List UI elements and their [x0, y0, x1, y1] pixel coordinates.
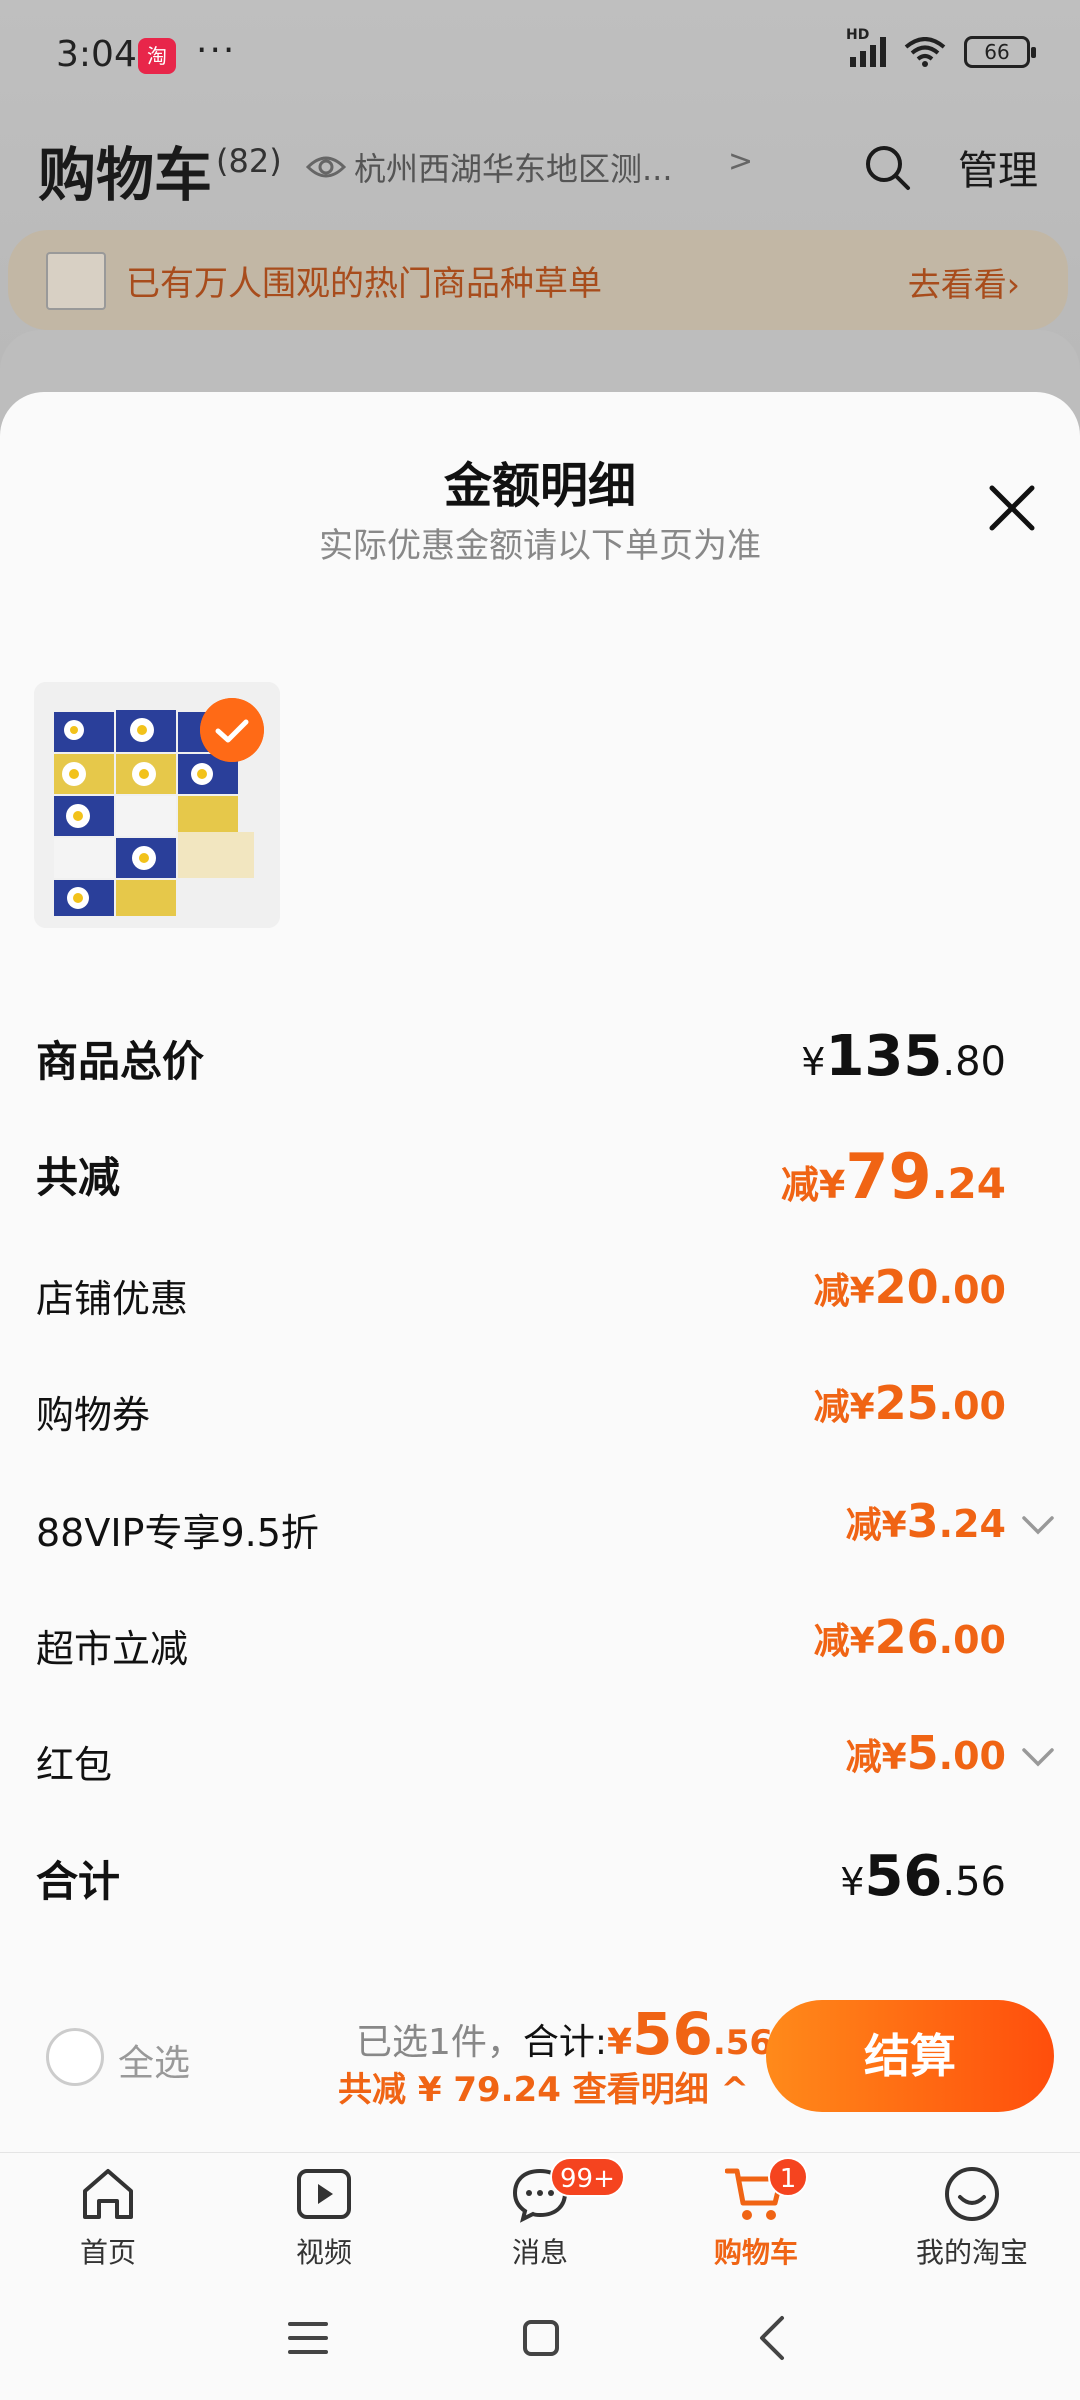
cart-count: (82) [216, 142, 282, 180]
select-all-label[interactable]: 全选 [118, 2034, 190, 2086]
row-subtotal: 商品总价 ¥135.80 [36, 1024, 1006, 1094]
row-label: 共减 [36, 1153, 121, 1202]
row-coupon: 购物券 减¥25.00 [36, 1376, 1006, 1446]
eye-icon [306, 156, 346, 178]
row-label: 超市立减 [36, 1627, 189, 1671]
cart-header: 购物车 (82) 杭州西湖华东地区测... > 管理 [0, 120, 1080, 220]
page-title: 购物车 [38, 141, 213, 209]
bottom-tab-bar: 首页 视频 99+ 消息 1 购物车 我的淘宝 [0, 2152, 1080, 2282]
row-value: 减¥79.24 [780, 1140, 1006, 1213]
row-value: ¥135.80 [801, 1024, 1006, 1089]
row-value: ¥56.56 [840, 1844, 1006, 1909]
row-value: 减¥5.00 [845, 1726, 1006, 1780]
row-value: 减¥3.24 [845, 1494, 1006, 1548]
sheet-title: 金额明细 [443, 458, 636, 514]
cart-page-background: 3:04 淘 ··· HD 66 购物车 (82) 杭州西湖华东地区测... > [0, 0, 1080, 450]
tab-cart[interactable]: 1 购物车 [648, 2153, 864, 2282]
row-label: 红包 [36, 1743, 113, 1787]
row-label: 购物券 [36, 1393, 151, 1437]
taobao-notification-icon: 淘 [138, 38, 176, 74]
tab-my-taobao[interactable]: 我的淘宝 [864, 2153, 1080, 2282]
tab-video[interactable]: 视频 [216, 2153, 432, 2282]
row-label: 店铺优惠 [36, 1277, 189, 1321]
promo-thumbnail [46, 252, 106, 310]
row-label: 合计 [36, 1857, 121, 1906]
home-button-icon[interactable] [522, 2318, 560, 2358]
cart-badge: 1 [768, 2157, 808, 2197]
row-grand-total: 合计 ¥56.56 [36, 1844, 1006, 1914]
more-notifications-icon: ··· [196, 30, 237, 71]
row-value: 减¥25.00 [813, 1376, 1006, 1430]
delivery-location[interactable]: 杭州西湖华东地区测... [354, 144, 673, 190]
selection-summary: 已选1件，合计:¥56.56 [356, 2000, 774, 2068]
row-value: 减¥26.00 [813, 1610, 1006, 1664]
row-label: 商品总价 [36, 1037, 205, 1086]
promo-banner[interactable]: 已有万人围观的热门商品种草单 去看看› [8, 230, 1068, 330]
row-red-packet[interactable]: 红包 减¥5.00 [36, 1726, 1054, 1796]
message-badge: 99+ [550, 2157, 625, 2197]
chevron-down-icon[interactable] [1020, 1744, 1056, 1770]
status-time: 3:04 [56, 34, 137, 75]
home-icon [83, 2169, 133, 2219]
row-label: 88VIP专享9.5折 [36, 1511, 319, 1555]
search-icon[interactable] [862, 142, 912, 192]
close-icon[interactable] [984, 480, 1040, 536]
promo-link[interactable]: 去看看› [908, 258, 1020, 306]
manage-button[interactable]: 管理 [958, 138, 1038, 196]
wifi-icon [904, 37, 946, 67]
recent-apps-icon[interactable] [286, 2318, 330, 2358]
system-nav-bar [0, 2282, 1080, 2400]
view-details-link[interactable]: 共减 ¥ 79.24 查看明细 ^ [338, 2062, 749, 2111]
profile-icon [945, 2167, 999, 2221]
row-total-discount: 共减 减¥79.24 [36, 1140, 1006, 1213]
row-supermarket-discount: 超市立减 减¥26.00 [36, 1610, 1006, 1680]
chevron-right-icon: > [728, 144, 754, 179]
checkout-bar: 全选 已选1件，合计:¥56.56 共减 ¥ 79.24 查看明细 ^ 结算 [0, 1966, 1080, 2152]
selected-check-icon [200, 698, 264, 762]
select-all-radio[interactable] [46, 2028, 104, 2086]
status-bar: 3:04 淘 ··· HD 66 [0, 0, 1080, 110]
promo-text: 已有万人围观的热门商品种草单 [126, 264, 602, 304]
sheet-subtitle: 实际优惠金额请以下单页为准 [319, 526, 761, 566]
tab-messages[interactable]: 99+ 消息 [432, 2153, 648, 2282]
row-value: 减¥20.00 [813, 1260, 1006, 1314]
battery-icon: 66 [964, 36, 1036, 68]
tab-home[interactable]: 首页 [0, 2153, 216, 2282]
chevron-down-icon[interactable] [1020, 1512, 1056, 1538]
checkout-button[interactable]: 结算 [766, 2000, 1054, 2112]
back-icon[interactable] [752, 2314, 792, 2362]
row-store-discount: 店铺优惠 减¥20.00 [36, 1260, 1006, 1330]
signal-icon: HD [846, 27, 886, 67]
video-icon [297, 2169, 351, 2219]
row-vip-discount[interactable]: 88VIP专享9.5折 减¥3.24 [36, 1494, 1054, 1564]
